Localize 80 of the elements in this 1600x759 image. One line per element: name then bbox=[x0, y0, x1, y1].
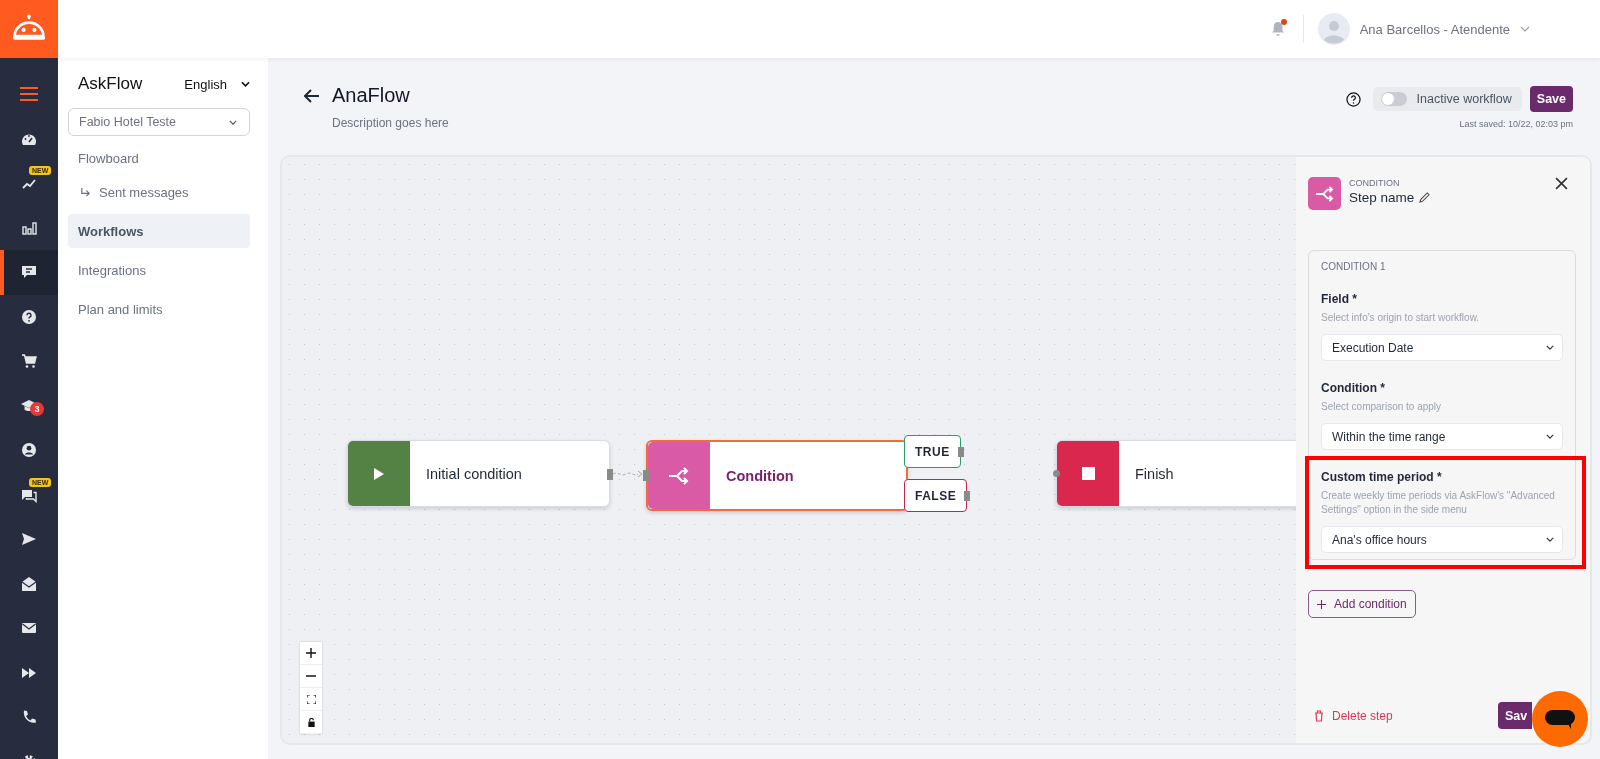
save-button[interactable]: Save bbox=[1529, 86, 1573, 112]
field-hint: Select info's origin to start workflow. bbox=[1321, 311, 1481, 325]
field-hint: Create weekly time periods via AskFlow's "Advanced Settings" option in the side menu bbox=[1321, 489, 1556, 517]
user-icon bbox=[21, 442, 37, 459]
menu-icon bbox=[20, 87, 38, 102]
flow-node[interactable]: Initial condition bbox=[347, 440, 610, 507]
close-icon[interactable] bbox=[1555, 177, 1568, 190]
chevron-down-icon bbox=[1546, 537, 1554, 542]
field-label: Condition * bbox=[1321, 381, 1386, 395]
zoom-out-button[interactable] bbox=[300, 665, 322, 688]
plus-icon bbox=[1317, 599, 1326, 609]
port-handle[interactable] bbox=[607, 469, 613, 480]
help-icon bbox=[21, 308, 37, 325]
port-handle[interactable] bbox=[643, 470, 649, 481]
node-label: Condition bbox=[725, 467, 794, 484]
sidebar-item[interactable]: Sent messages bbox=[91, 175, 199, 209]
language-select[interactable]: English bbox=[184, 76, 250, 92]
bar-chart-icon bbox=[21, 219, 37, 236]
field-label: Field * bbox=[1321, 292, 1358, 306]
zoom-in-button[interactable] bbox=[300, 642, 322, 665]
chevron-down-icon bbox=[1546, 345, 1554, 350]
connector-arrow bbox=[613, 470, 643, 478]
branch-icon bbox=[1308, 177, 1341, 210]
send-icon bbox=[21, 531, 37, 548]
nav-item[interactable] bbox=[0, 250, 58, 295]
back-arrow-icon[interactable] bbox=[304, 89, 320, 103]
sidebar-item[interactable]: Integrations bbox=[68, 253, 250, 287]
fit-view-icon bbox=[306, 694, 316, 704]
select-field[interactable]: Within the time range bbox=[1321, 423, 1563, 450]
field-hint: Select comparison to apply bbox=[1321, 400, 1443, 414]
last-saved: Last saved: 10/22, 02:03 pm bbox=[1459, 119, 1573, 129]
sub-arrow-icon bbox=[80, 186, 91, 198]
fit-view-button[interactable] bbox=[300, 688, 322, 711]
app-name: AskFlow bbox=[78, 74, 143, 94]
chevron-down-icon[interactable] bbox=[1520, 26, 1530, 32]
cart-icon bbox=[21, 353, 37, 370]
save-button[interactable]: Sav bbox=[1498, 702, 1532, 729]
nav-item[interactable]: 3 bbox=[0, 383, 58, 428]
delete-step-button[interactable]: Delete step bbox=[1308, 708, 1393, 723]
condition-title: CONDITION 1 bbox=[1321, 261, 1387, 272]
sidebar-item[interactable]: Workflows bbox=[68, 214, 250, 248]
branch-icon bbox=[648, 442, 710, 509]
account-select[interactable]: Fabio Hotel Teste bbox=[68, 108, 250, 136]
lock-icon bbox=[306, 717, 316, 727]
chevron-down-icon bbox=[241, 81, 250, 87]
flow-node[interactable]: Condition bbox=[646, 440, 908, 511]
stop-icon bbox=[1057, 441, 1119, 506]
sidebar-item[interactable]: Flowboard bbox=[68, 141, 250, 175]
workflow-title: AnaFlow bbox=[332, 84, 411, 107]
field-label: Custom time period * bbox=[1321, 470, 1443, 484]
minus-icon bbox=[306, 675, 316, 677]
add-condition-button[interactable]: Add condition bbox=[1308, 590, 1416, 618]
step-type: CONDITION bbox=[1349, 178, 1401, 188]
chat-icon bbox=[21, 264, 37, 281]
bell-icon[interactable] bbox=[1270, 21, 1285, 37]
chat-bubble-button[interactable] bbox=[1532, 691, 1588, 747]
node-label: Initial condition bbox=[425, 465, 522, 482]
output-tag[interactable]: TRUE bbox=[904, 435, 961, 468]
lock-button[interactable] bbox=[300, 711, 322, 734]
user-name[interactable]: Ana Barcellos - Atendente bbox=[1359, 21, 1510, 37]
phone-icon bbox=[21, 709, 37, 726]
workflow-description: Description goes here bbox=[332, 116, 449, 130]
sidebar-item[interactable]: Plan and limits bbox=[68, 292, 250, 326]
flow-node[interactable]: Finish bbox=[1056, 440, 1296, 507]
chevron-down-icon bbox=[229, 119, 237, 125]
step-name[interactable]: Step name bbox=[1349, 190, 1415, 205]
play-icon bbox=[348, 441, 410, 506]
output-tag[interactable]: FALSE bbox=[904, 479, 968, 512]
workflow-toggle[interactable]: Inactive workflow bbox=[1372, 87, 1522, 111]
count-badge: 3 bbox=[30, 401, 44, 416]
port-handle[interactable] bbox=[1053, 470, 1060, 477]
trash-icon bbox=[1314, 709, 1324, 722]
open-envelope-icon bbox=[21, 575, 37, 592]
help-icon[interactable] bbox=[1345, 91, 1361, 107]
plus-icon bbox=[306, 648, 316, 658]
select-field[interactable]: Execution Date bbox=[1321, 334, 1563, 361]
select-field[interactable]: Ana's office hours bbox=[1321, 526, 1563, 553]
chevron-down-icon bbox=[1546, 434, 1554, 439]
pencil-icon[interactable] bbox=[1419, 192, 1431, 203]
node-label: Finish bbox=[1134, 465, 1174, 482]
